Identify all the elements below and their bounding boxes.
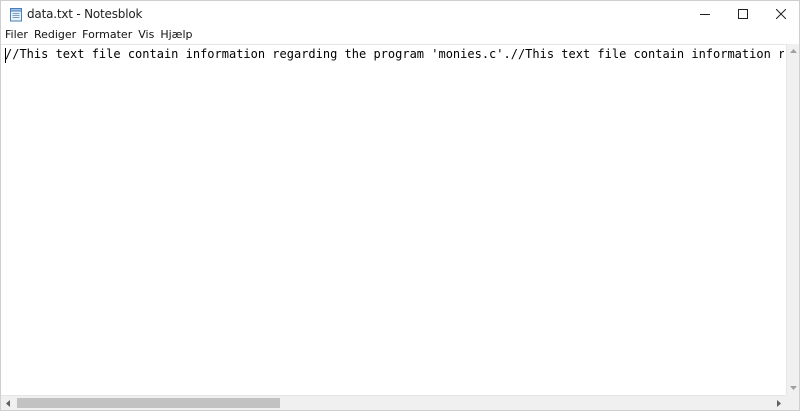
- vertical-scrollbar[interactable]: [786, 44, 799, 395]
- notepad-window: data.txt - Notesblok Filer Rediger Forma…: [0, 0, 800, 411]
- close-icon: [776, 9, 786, 19]
- size-grip[interactable]: [786, 395, 799, 410]
- menu-view[interactable]: Vis: [135, 27, 157, 44]
- maximize-icon: [738, 9, 748, 19]
- scroll-up-button[interactable]: [787, 44, 800, 58]
- horizontal-scrollbar[interactable]: [1, 395, 786, 410]
- close-button[interactable]: [759, 1, 800, 27]
- menu-edit[interactable]: Rediger: [31, 27, 79, 44]
- menu-help[interactable]: Hjælp: [157, 27, 195, 44]
- notepad-icon: [9, 7, 23, 22]
- scroll-down-button[interactable]: [787, 381, 800, 395]
- minimize-icon: [700, 14, 710, 15]
- scroll-right-button[interactable]: [772, 396, 786, 410]
- text-editor[interactable]: //This text file contain information reg…: [1, 44, 786, 395]
- chevron-left-icon: [6, 399, 10, 407]
- editor-text[interactable]: //This text file contain information reg…: [5, 46, 784, 62]
- menu-bar: Filer Rediger Formater Vis Hjælp: [1, 27, 799, 44]
- scroll-left-button[interactable]: [1, 396, 15, 410]
- chevron-down-icon: [790, 386, 797, 390]
- window-title: data.txt - Notesblok: [27, 7, 143, 21]
- horizontal-scroll-thumb[interactable]: [17, 398, 280, 408]
- chevron-right-icon: [777, 399, 781, 407]
- menu-format[interactable]: Formater: [79, 27, 135, 44]
- menu-file[interactable]: Filer: [1, 27, 31, 44]
- chevron-up-icon: [790, 49, 797, 53]
- text-caret: [5, 48, 6, 63]
- title-bar[interactable]: data.txt - Notesblok: [1, 1, 799, 27]
